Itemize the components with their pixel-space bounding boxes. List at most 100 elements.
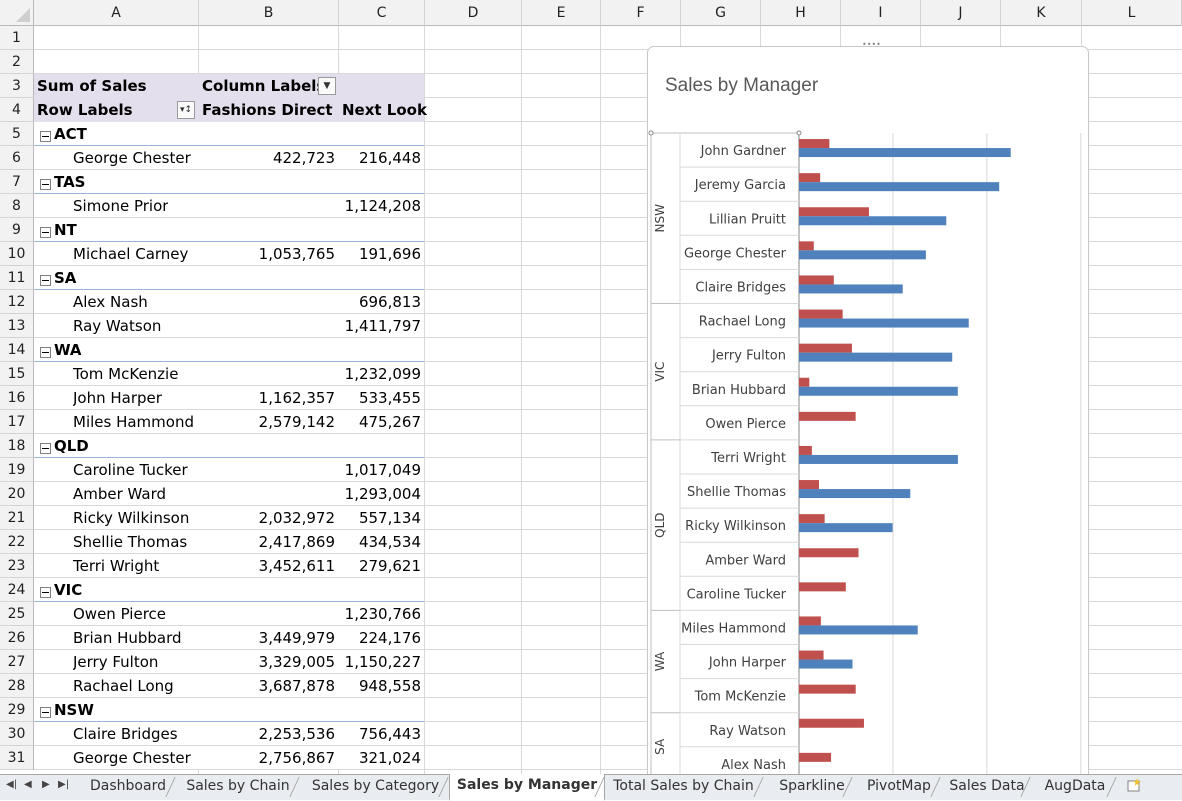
- pivot-manager-label[interactable]: Miles Hammond: [73, 410, 194, 434]
- pivot-manager-label[interactable]: George Chester: [73, 746, 191, 770]
- pivot-value-next-look[interactable]: 557,134: [339, 506, 421, 530]
- pivot-sum-label[interactable]: Sum of Sales: [37, 74, 147, 98]
- pivot-row-labels[interactable]: Row Labels: [37, 98, 133, 122]
- pivot-value-next-look[interactable]: 191,696: [339, 242, 421, 266]
- pivot-value-fashions-direct[interactable]: [199, 602, 335, 626]
- row-header-2[interactable]: 2: [0, 50, 34, 74]
- pivot-value-fashions-direct[interactable]: 2,032,972: [199, 506, 335, 530]
- column-header-a[interactable]: A: [34, 0, 199, 26]
- column-header-j[interactable]: J: [921, 0, 1001, 26]
- sales-by-manager-chart[interactable]: Sales by Manager John Gardner Jeremy Garci…: [647, 46, 1089, 786]
- pivot-value-fashions-direct[interactable]: [199, 314, 335, 338]
- pivot-value-next-look[interactable]: 948,558: [339, 674, 421, 698]
- pivot-manager-label[interactable]: Claire Bridges: [73, 722, 178, 746]
- pivot-value-fashions-direct[interactable]: 3,452,611: [199, 554, 335, 578]
- sheet-tab-sparkline[interactable]: Sparkline: [773, 775, 851, 799]
- column-header-i[interactable]: I: [841, 0, 921, 26]
- pivot-group-label[interactable]: WA: [54, 338, 81, 362]
- first-sheet-icon[interactable]: ◀|: [6, 779, 17, 790]
- row-header-22[interactable]: 22: [0, 530, 34, 554]
- pivot-group-label[interactable]: NSW: [54, 698, 94, 722]
- pivot-value-fashions-direct[interactable]: 1,053,765: [199, 242, 335, 266]
- pivot-manager-label[interactable]: Ray Watson: [73, 314, 161, 338]
- pivot-value-fashions-direct[interactable]: 3,329,005: [199, 650, 335, 674]
- pivot-group-label[interactable]: QLD: [54, 434, 89, 458]
- pivot-col-fashions-direct[interactable]: Fashions Direct: [202, 98, 333, 122]
- pivot-manager-label[interactable]: Brian Hubbard: [73, 626, 182, 650]
- pivot-value-fashions-direct[interactable]: [199, 194, 335, 218]
- pivot-manager-label[interactable]: Owen Pierce: [73, 602, 166, 626]
- pivot-manager-label[interactable]: John Harper: [73, 386, 162, 410]
- pivot-value-fashions-direct[interactable]: 3,687,878: [199, 674, 335, 698]
- collapse-icon[interactable]: [40, 275, 51, 286]
- prev-sheet-icon[interactable]: ◀: [24, 779, 32, 790]
- column-header-h[interactable]: H: [761, 0, 841, 26]
- column-header-b[interactable]: B: [199, 0, 339, 26]
- column-header-f[interactable]: F: [601, 0, 681, 26]
- row-header-16[interactable]: 16: [0, 386, 34, 410]
- chart-resize-handle-top[interactable]: ••••: [862, 40, 881, 49]
- pivot-value-next-look[interactable]: 1,017,049: [339, 458, 421, 482]
- sheet-tab-augdata[interactable]: AugData: [1035, 775, 1115, 799]
- column-header-g[interactable]: G: [681, 0, 761, 26]
- collapse-icon[interactable]: [40, 707, 51, 718]
- pivot-value-next-look[interactable]: 434,534: [339, 530, 421, 554]
- row-header-29[interactable]: 29: [0, 698, 34, 722]
- pivot-value-next-look[interactable]: 216,448: [339, 146, 421, 170]
- pivot-manager-label[interactable]: Tom McKenzie: [73, 362, 178, 386]
- row-header-19[interactable]: 19: [0, 458, 34, 482]
- row-header-9[interactable]: 9: [0, 218, 34, 242]
- column-header-l[interactable]: L: [1082, 0, 1182, 26]
- row-header-20[interactable]: 20: [0, 482, 34, 506]
- pivot-manager-label[interactable]: Rachael Long: [73, 674, 174, 698]
- pivot-manager-label[interactable]: George Chester: [73, 146, 191, 170]
- pivot-value-fashions-direct[interactable]: 2,417,869: [199, 530, 335, 554]
- pivot-group-label[interactable]: SA: [54, 266, 76, 290]
- column-header-e[interactable]: E: [522, 0, 601, 26]
- pivot-value-next-look[interactable]: 475,267: [339, 410, 421, 434]
- pivot-group-label[interactable]: ACT: [54, 122, 87, 146]
- pivot-value-next-look[interactable]: 1,411,797: [339, 314, 421, 338]
- sheet-tab-dashboard[interactable]: Dashboard: [82, 775, 174, 799]
- sheet-tab-sales-by-category[interactable]: Sales by Category: [304, 775, 447, 799]
- pivot-value-next-look[interactable]: 756,443: [339, 722, 421, 746]
- column-header-k[interactable]: K: [1001, 0, 1082, 26]
- pivot-value-fashions-direct[interactable]: [199, 482, 335, 506]
- pivot-value-next-look[interactable]: 279,621: [339, 554, 421, 578]
- row-header-17[interactable]: 17: [0, 410, 34, 434]
- pivot-manager-label[interactable]: Shellie Thomas: [73, 530, 187, 554]
- sheet-tab-pivotmap[interactable]: PivotMap: [859, 775, 939, 799]
- pivot-value-next-look[interactable]: 321,024: [339, 746, 421, 770]
- row-header-14[interactable]: 14: [0, 338, 34, 362]
- row-header-21[interactable]: 21: [0, 506, 34, 530]
- pivot-value-next-look[interactable]: 696,813: [339, 290, 421, 314]
- row-header-24[interactable]: 24: [0, 578, 34, 602]
- pivot-value-fashions-direct[interactable]: [199, 290, 335, 314]
- pivot-group-label[interactable]: VIC: [54, 578, 82, 602]
- collapse-icon[interactable]: [40, 347, 51, 358]
- pivot-column-labels[interactable]: Column Labels: [202, 74, 325, 98]
- collapse-icon[interactable]: [40, 131, 51, 142]
- pivot-value-next-look[interactable]: 1,150,227: [339, 650, 421, 674]
- sheet-tab-sales-data[interactable]: Sales Data: [945, 775, 1029, 799]
- sheet-tab-sales-by-manager[interactable]: Sales by Manager: [449, 774, 605, 801]
- row-header-26[interactable]: 26: [0, 626, 34, 650]
- pivot-value-fashions-direct[interactable]: 2,579,142: [199, 410, 335, 434]
- pivot-group-label[interactable]: TAS: [54, 170, 85, 194]
- pivot-manager-label[interactable]: Jerry Fulton: [73, 650, 158, 674]
- column-header-d[interactable]: D: [425, 0, 522, 26]
- pivot-col-next-look[interactable]: Next Look: [342, 98, 427, 122]
- pivot-value-fashions-direct[interactable]: 422,723: [199, 146, 335, 170]
- row-header-5[interactable]: 5: [0, 122, 34, 146]
- pivot-manager-label[interactable]: Simone Prior: [73, 194, 168, 218]
- row-header-27[interactable]: 27: [0, 650, 34, 674]
- pivot-manager-label[interactable]: Michael Carney: [73, 242, 188, 266]
- row-header-31[interactable]: 31: [0, 746, 34, 770]
- pivot-value-next-look[interactable]: 1,293,004: [339, 482, 421, 506]
- sheet-tab-sales-by-chain[interactable]: Sales by Chain: [178, 775, 298, 799]
- pivot-value-next-look[interactable]: 1,232,099: [339, 362, 421, 386]
- pivot-value-next-look[interactable]: 224,176: [339, 626, 421, 650]
- pivot-manager-label[interactable]: Terri Wright: [73, 554, 159, 578]
- collapse-icon[interactable]: [40, 179, 51, 190]
- row-labels-filter-button[interactable]: ▾↕: [177, 101, 195, 119]
